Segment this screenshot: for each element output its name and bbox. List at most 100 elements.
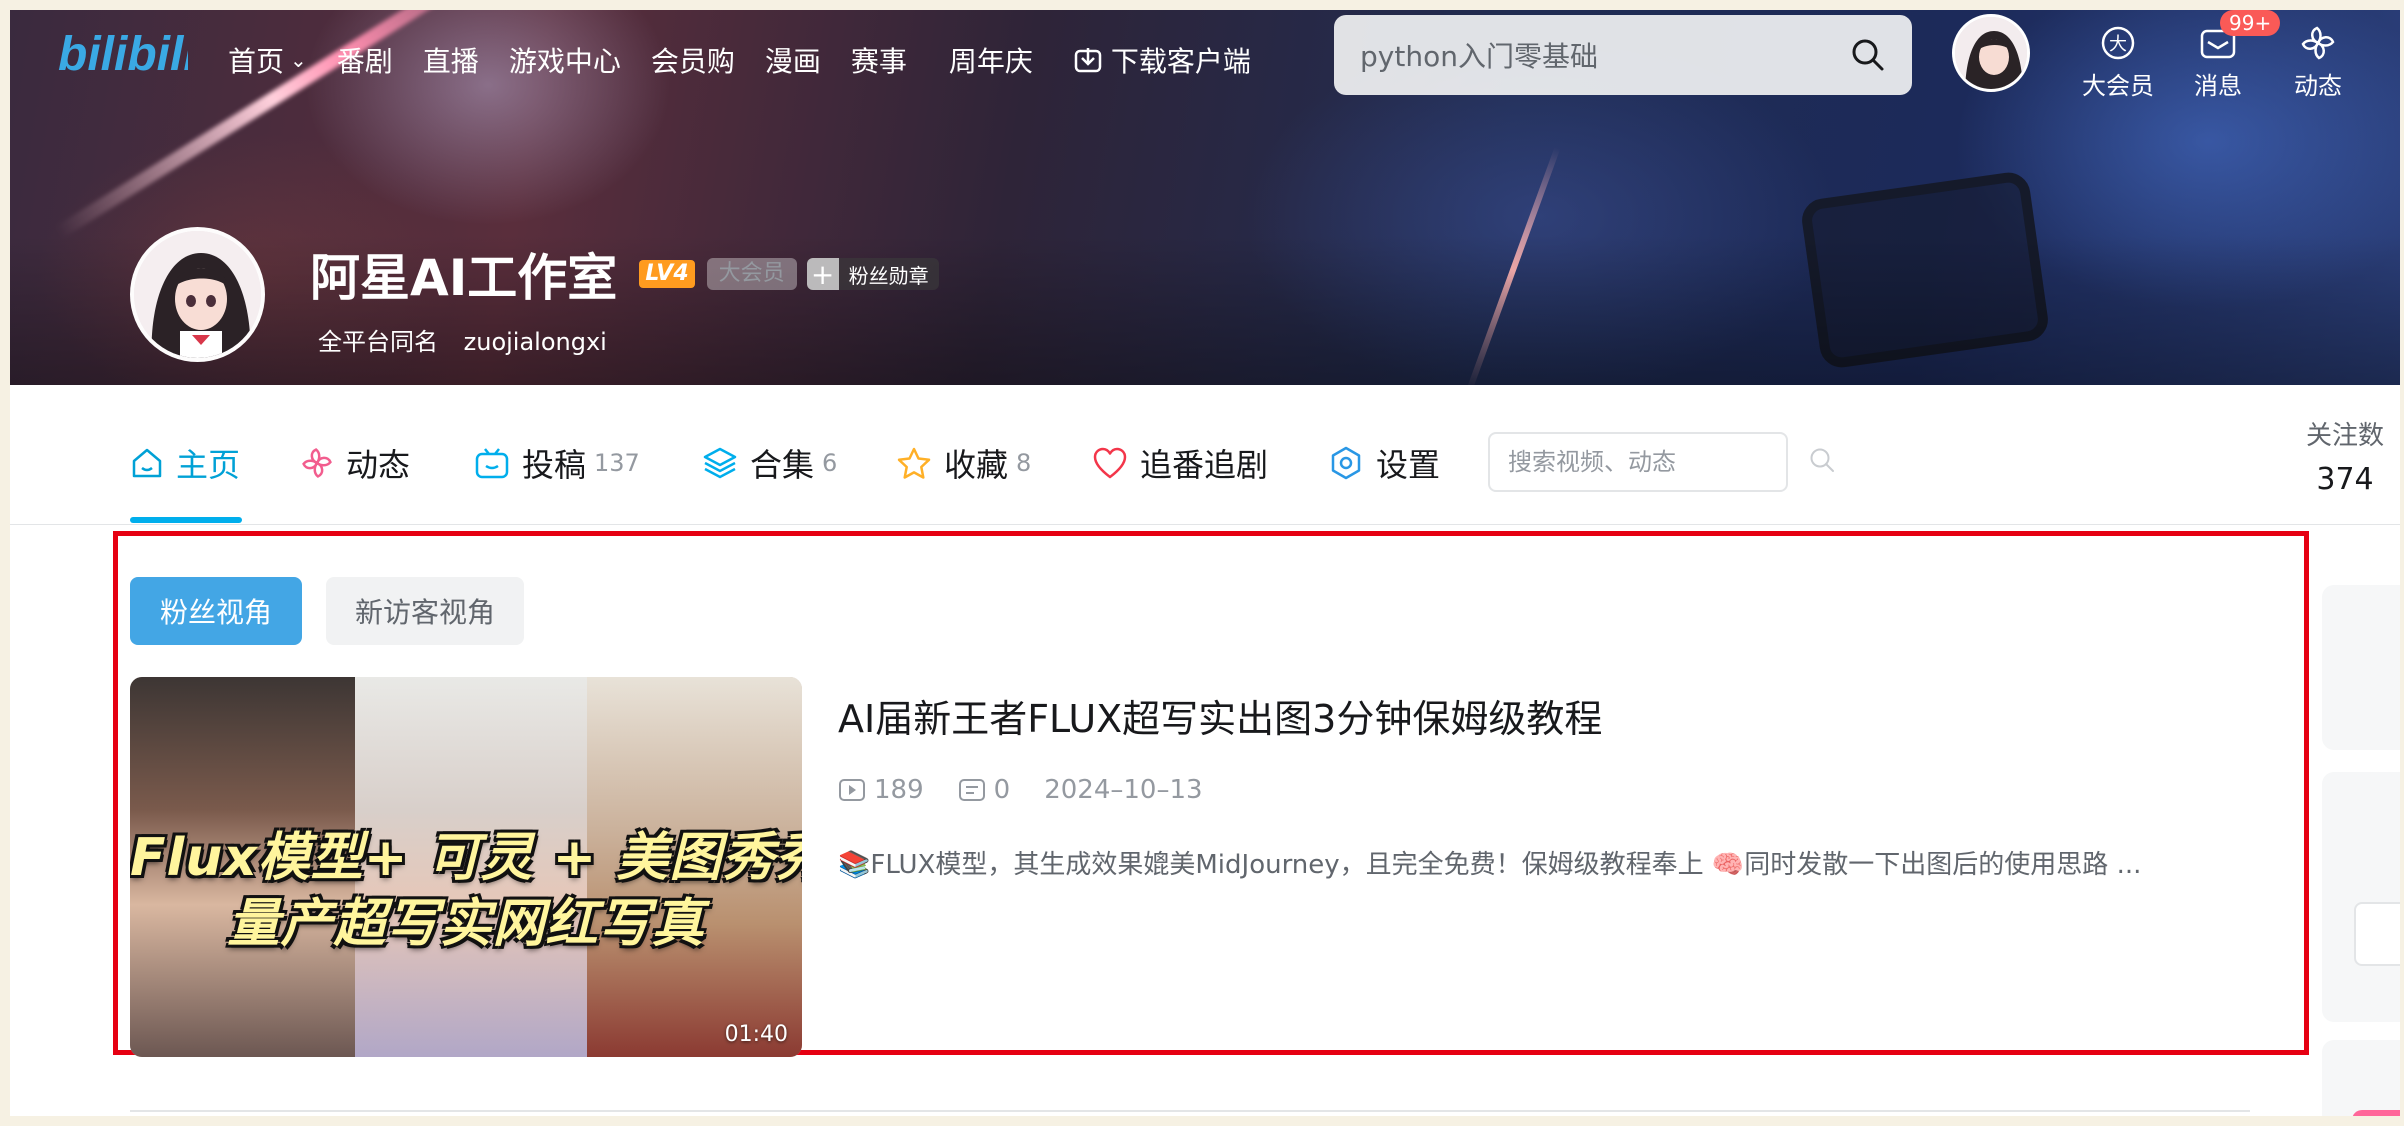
tab-collections[interactable]: 合集 6 bbox=[702, 440, 837, 486]
tab-favorites[interactable]: 收藏 8 bbox=[896, 440, 1031, 486]
thumbnail-caption-line-2: 量产超写实网红写真 bbox=[227, 894, 705, 954]
profile-name: 阿星AI工作室 bbox=[310, 249, 618, 307]
video-thumbnail[interactable]: Flux模型+ 可灵 + 美图秀秀 量产超写实网红写真 01:40 bbox=[130, 677, 802, 1057]
svg-text:大: 大 bbox=[2109, 34, 2127, 55]
profile-name-row: 阿星AI工作室 LV4 大会员 + 粉丝勋章 bbox=[310, 238, 939, 310]
tab-collections-count: 6 bbox=[822, 449, 838, 477]
search-icon[interactable] bbox=[1850, 37, 1886, 73]
nav-download-client[interactable]: 下载客户端 bbox=[1073, 40, 1251, 80]
plus-icon: + bbox=[806, 258, 839, 290]
video-description: 📚FLUX模型，其生成效果媲美MidJourney，且完全免费！保姆级教程奉上 … bbox=[838, 850, 2142, 880]
vip-tag[interactable]: 大会员 bbox=[706, 258, 797, 290]
comment-count: 0 bbox=[958, 775, 1010, 805]
play-count-value: 189 bbox=[874, 775, 924, 805]
nav-mall-label: 会员购 bbox=[650, 45, 735, 78]
nav-game-center-label: 游戏中心 bbox=[508, 45, 621, 78]
search-icon[interactable] bbox=[1808, 446, 1836, 478]
user-avatar[interactable] bbox=[1952, 14, 2030, 92]
following-value: 374 bbox=[2316, 462, 2374, 497]
chevron-down-icon: ⌄ bbox=[290, 48, 307, 72]
new-visitor-view-button[interactable]: 新访客视角 bbox=[326, 577, 524, 645]
nav-home[interactable]: 首页 ⌄ bbox=[228, 40, 307, 80]
tab-favorites-label: 收藏 bbox=[944, 446, 1009, 484]
side-panel-card bbox=[2322, 585, 2400, 750]
nav-anniversary-label: 周年庆 bbox=[948, 45, 1033, 78]
tab-bangumi[interactable]: 追番追剧 bbox=[1092, 440, 1268, 486]
star-icon bbox=[896, 446, 932, 480]
tab-settings-label: 设置 bbox=[1376, 446, 1441, 484]
alias-value: zuojialongxi bbox=[463, 328, 607, 356]
nav-live[interactable]: 直播 bbox=[423, 40, 479, 80]
following-label: 关注数 bbox=[2305, 421, 2384, 451]
level-badge: LV4 bbox=[639, 260, 695, 288]
nav-anime[interactable]: 番剧 bbox=[337, 40, 393, 80]
pinwheel-icon bbox=[2299, 20, 2337, 66]
hexagon-gear-icon bbox=[1328, 445, 1364, 481]
nav-live-label: 直播 bbox=[422, 45, 479, 78]
publish-date: 2024–10–13 bbox=[1044, 775, 1203, 805]
video-duration: 01:40 bbox=[724, 1022, 788, 1047]
nav-mall[interactable]: 会员购 bbox=[651, 40, 735, 80]
tv-icon bbox=[474, 446, 510, 480]
side-panel-card bbox=[2322, 772, 2400, 1022]
play-icon bbox=[839, 779, 865, 801]
nav-events[interactable]: 赛事 bbox=[851, 40, 907, 80]
nav-dynamic-label: 动态 bbox=[2294, 72, 2342, 100]
layers-icon bbox=[702, 446, 738, 480]
nav-dynamic[interactable]: 动态 bbox=[2268, 20, 2368, 101]
nav-manga[interactable]: 漫画 bbox=[765, 40, 821, 80]
vip-icon: 大 bbox=[2100, 20, 2136, 66]
top-right-menu: 大 大会员 99+ 消息 动态 bbox=[2068, 10, 2368, 101]
tab-bangumi-label: 追番追剧 bbox=[1140, 446, 1269, 484]
tab-uploads[interactable]: 投稿 137 bbox=[474, 440, 640, 486]
tab-uploads-count: 137 bbox=[594, 449, 640, 477]
tab-settings[interactable]: 设置 bbox=[1328, 440, 1440, 486]
section-divider bbox=[130, 1110, 2250, 1112]
nav-game-center[interactable]: 游戏中心 bbox=[509, 40, 621, 80]
space-search-box[interactable] bbox=[1488, 432, 1834, 492]
active-tab-indicator bbox=[130, 517, 242, 523]
space-tabbar: 主页 动态 投稿 137 合集 6 收藏 8 追番追剧 设置 搜索视频、动态 关… bbox=[10, 385, 2400, 525]
comment-icon bbox=[958, 779, 985, 801]
fan-medal[interactable]: + 粉丝勋章 bbox=[806, 258, 939, 290]
fan-view-button[interactable]: 粉丝视角 bbox=[130, 577, 302, 645]
profile-signature: 全平台同名 zuojialongxi bbox=[318, 322, 607, 357]
video-title[interactable]: AI届新王者FLUX超写实出图3分钟保姆级教程 bbox=[838, 688, 1602, 743]
fan-medal-label: 粉丝勋章 bbox=[848, 263, 929, 288]
side-panel-card bbox=[2322, 1040, 2400, 1116]
nav-anniversary[interactable]: 周年庆 bbox=[949, 40, 1033, 80]
space-search-input[interactable] bbox=[1508, 448, 1808, 476]
pinwheel-icon bbox=[300, 446, 334, 480]
global-search-input[interactable] bbox=[1360, 38, 1850, 72]
space-page: bilibili 首页 ⌄ 番剧 直播 游戏中心 会员购 漫画 赛事 周年庆 下… bbox=[10, 10, 2400, 1116]
tab-home-label: 主页 bbox=[176, 446, 241, 484]
tab-uploads-label: 投稿 bbox=[522, 446, 587, 484]
svg-text:bilibili: bilibili bbox=[58, 28, 188, 81]
home-icon bbox=[130, 446, 164, 480]
nav-messages[interactable]: 99+ 消息 bbox=[2168, 10, 2281, 101]
download-icon bbox=[1073, 45, 1103, 75]
thumbnail-caption-line-1: Flux模型+ 可灵 + 美图秀秀 bbox=[130, 828, 802, 888]
tab-collections-label: 合集 bbox=[750, 446, 815, 484]
global-search-box[interactable] bbox=[1334, 15, 1912, 95]
nav-vip[interactable]: 大 大会员 bbox=[2068, 20, 2168, 101]
nav-anime-label: 番剧 bbox=[336, 45, 393, 78]
nav-messages-label: 消息 bbox=[2194, 72, 2242, 100]
nav-home-label: 首页 bbox=[228, 45, 285, 78]
nav-links: 首页 ⌄ 番剧 直播 游戏中心 会员购 漫画 赛事 周年庆 下载客户端 bbox=[228, 40, 1281, 80]
nav-download-label: 下载客户端 bbox=[1110, 45, 1251, 78]
tab-favorites-count: 8 bbox=[1016, 449, 1032, 477]
following-count[interactable]: 关注数 374 bbox=[2290, 415, 2400, 497]
bilibili-logo[interactable]: bilibili bbox=[58, 24, 198, 84]
video-meta: 189 0 2024–10–13 bbox=[838, 775, 1237, 805]
top-nav: bilibili 首页 ⌄ 番剧 直播 游戏中心 会员购 漫画 赛事 周年庆 下… bbox=[10, 10, 2400, 106]
tab-home[interactable]: 主页 bbox=[130, 440, 240, 486]
side-panel-button[interactable] bbox=[2354, 902, 2400, 966]
profile-avatar[interactable] bbox=[130, 227, 265, 362]
nav-events-label: 赛事 bbox=[850, 45, 907, 78]
tab-dynamic-label: 动态 bbox=[346, 446, 411, 484]
profile-banner: bilibili 首页 ⌄ 番剧 直播 游戏中心 会员购 漫画 赛事 周年庆 下… bbox=[10, 10, 2400, 385]
tab-dynamic[interactable]: 动态 bbox=[300, 440, 410, 486]
heart-icon bbox=[1092, 446, 1128, 480]
play-count: 189 bbox=[838, 775, 924, 805]
